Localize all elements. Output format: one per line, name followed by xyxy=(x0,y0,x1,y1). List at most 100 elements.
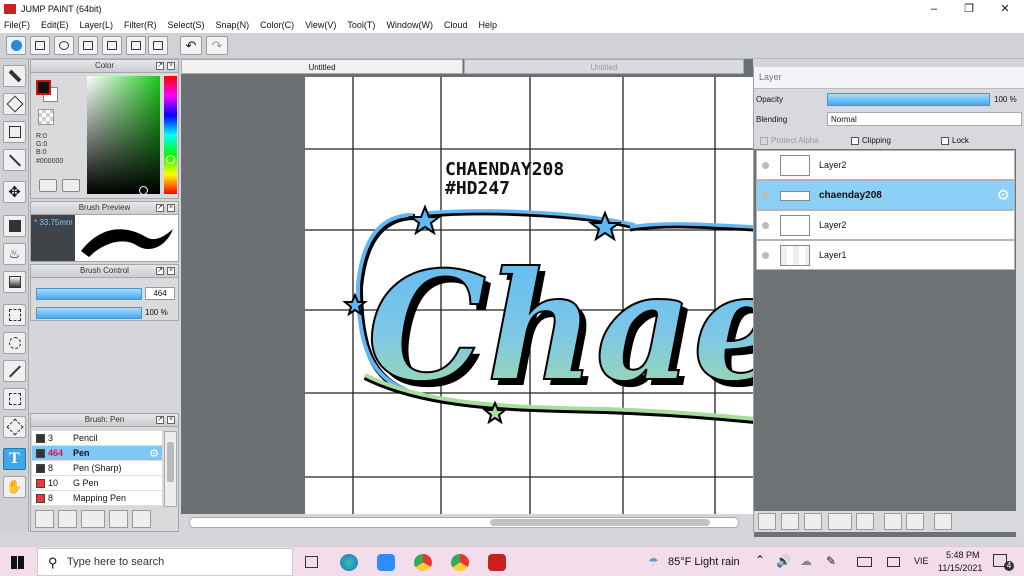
clock-time[interactable]: 5:48 PM xyxy=(946,550,980,560)
brush-item-mapping-pen[interactable]: 8 Mapping Pen xyxy=(32,491,162,506)
menu-window[interactable]: Window(W) xyxy=(386,20,433,30)
new-brush-button[interactable] xyxy=(58,510,77,528)
gradient-tool[interactable] xyxy=(3,271,26,293)
brush-item-pen[interactable]: 464 Pen ⚙ xyxy=(32,446,162,461)
saturation-value-picker[interactable] xyxy=(87,76,160,194)
layer-opacity-slider[interactable] xyxy=(827,93,990,106)
gear-icon[interactable]: ⚙ xyxy=(149,447,159,460)
menu-edit[interactable]: Edit(E) xyxy=(41,20,69,30)
palette-edit-button[interactable] xyxy=(62,179,80,192)
panel-float-icon[interactable]: ↗ xyxy=(156,204,164,212)
grid-button[interactable] xyxy=(148,36,168,55)
visibility-icon[interactable] xyxy=(762,252,769,259)
menu-view[interactable]: View(V) xyxy=(305,20,336,30)
restore-button[interactable]: ❐ xyxy=(952,0,986,17)
panel-close-icon[interactable]: × xyxy=(167,204,175,212)
chat-button[interactable] xyxy=(78,36,98,55)
clock-date[interactable]: 11/15/2021 xyxy=(938,563,982,573)
redo-button[interactable]: ↷ xyxy=(206,36,228,55)
minimize-button[interactable]: – xyxy=(917,0,951,17)
transparent-swatch[interactable] xyxy=(38,109,54,125)
menu-select[interactable]: Select(S) xyxy=(168,20,205,30)
speaker-icon[interactable]: 🔊 xyxy=(776,554,791,568)
tab-untitled-active[interactable]: Untitled xyxy=(181,59,463,74)
palette-button[interactable] xyxy=(39,179,57,192)
pen-icon[interactable]: ✎ xyxy=(826,554,836,568)
brush-tool[interactable] xyxy=(3,65,26,87)
lasso-tool[interactable] xyxy=(3,332,26,354)
menu-layer[interactable]: Layer(L) xyxy=(80,20,114,30)
select-pen-tool[interactable] xyxy=(3,388,26,410)
add-layer-menu-button[interactable] xyxy=(828,513,852,530)
windows-start-icon[interactable] xyxy=(11,556,24,569)
panel-float-icon[interactable]: ↗ xyxy=(156,62,164,70)
duplicate-layer-button[interactable] xyxy=(804,513,822,530)
chrome-icon[interactable] xyxy=(414,554,432,571)
language-indicator[interactable]: VIE xyxy=(914,556,929,566)
menu-color[interactable]: Color(C) xyxy=(260,20,294,30)
eraser-tool[interactable] xyxy=(3,93,26,115)
layer-row[interactable]: Layer2 xyxy=(756,210,1015,240)
menu-filter[interactable]: Filter(R) xyxy=(124,20,157,30)
hand-tool[interactable]: ✋ xyxy=(3,476,26,498)
tray-chevron-icon[interactable]: ⌃ xyxy=(755,553,765,567)
keyboard-icon[interactable] xyxy=(857,557,872,567)
menu-tool[interactable]: Tool(T) xyxy=(347,20,375,30)
fill-rect-tool[interactable] xyxy=(3,215,26,237)
brush-size-input[interactable]: 464 xyxy=(145,287,175,300)
scrollbar-thumb[interactable] xyxy=(490,519,710,526)
brush-opacity-slider[interactable] xyxy=(36,307,142,319)
edge-browser-icon[interactable] xyxy=(340,554,358,571)
merge-layer-button[interactable] xyxy=(906,513,924,530)
new-layer-folder-button[interactable] xyxy=(781,513,799,530)
protect-alpha-checkbox[interactable]: Protect Alpha xyxy=(760,136,819,145)
tab-untitled-inactive[interactable]: Untitled xyxy=(464,59,744,74)
gear-icon[interactable]: ⚙ xyxy=(997,186,1010,204)
blending-select[interactable]: Normal xyxy=(827,112,1022,126)
brush-item-pencil[interactable]: 3 Pencil xyxy=(32,431,162,446)
horizontal-scrollbar[interactable] xyxy=(189,517,739,528)
layer-row[interactable]: Layer1 xyxy=(756,240,1015,270)
menu-file[interactable]: File(F) xyxy=(4,20,30,30)
drawing-canvas[interactable]: CHAENDAY208 #HD247 Chaenday Chaenday xyxy=(305,77,755,514)
panel-float-icon[interactable]: ↗ xyxy=(156,267,164,275)
layer-row[interactable]: Layer2 xyxy=(756,150,1015,180)
panel-close-icon[interactable]: × xyxy=(167,267,175,275)
layer-list-scrollbar[interactable] xyxy=(1016,149,1024,537)
lock-checkbox[interactable]: Lock xyxy=(941,136,969,145)
brush-item-pen-sharp[interactable]: 8 Pen (Sharp) xyxy=(32,461,162,476)
brush-menu-button[interactable] xyxy=(81,510,105,528)
taskbar-search[interactable]: ⚲ Type here to search xyxy=(37,548,293,576)
copy-layer-button[interactable] xyxy=(884,513,902,530)
jump-paint-icon[interactable] xyxy=(488,554,506,571)
close-button[interactable]: ✕ xyxy=(988,0,1022,17)
display-icon[interactable] xyxy=(887,557,900,567)
add-brush-button[interactable] xyxy=(35,510,54,528)
move-tool[interactable]: ✥ xyxy=(3,181,26,203)
line-tool[interactable] xyxy=(3,149,26,171)
rectangle-select-tool[interactable] xyxy=(3,121,26,143)
panel-close-icon[interactable]: × xyxy=(167,416,175,424)
folder-button[interactable] xyxy=(856,513,874,530)
undo-button[interactable]: ↶ xyxy=(180,36,202,55)
hue-slider[interactable] xyxy=(164,76,177,194)
text-tool[interactable]: T xyxy=(3,448,26,470)
layer-row-selected[interactable]: chaenday208 ⚙ xyxy=(756,180,1015,210)
check-tool-button[interactable] xyxy=(6,36,26,55)
panel-float-icon[interactable]: ↗ xyxy=(156,416,164,424)
clipping-checkbox[interactable]: Clipping xyxy=(851,136,891,145)
delete-layer-button[interactable] xyxy=(934,513,952,530)
magic-wand-tool[interactable] xyxy=(3,360,26,382)
task-view-icon[interactable] xyxy=(305,556,318,568)
visibility-icon[interactable] xyxy=(762,222,769,229)
weather-text[interactable]: 85°F Light rain xyxy=(668,556,740,568)
select-tool[interactable] xyxy=(3,304,26,326)
visibility-icon[interactable] xyxy=(762,162,769,169)
comment-button[interactable] xyxy=(54,36,74,55)
visibility-icon[interactable] xyxy=(762,192,769,199)
bucket-tool[interactable]: ♨ xyxy=(3,243,26,265)
brush-size-slider[interactable] xyxy=(36,288,142,300)
cloud-icon[interactable]: ☁ xyxy=(800,554,812,568)
menu-snap[interactable]: Snap(N) xyxy=(216,20,250,30)
foreground-color-swatch[interactable] xyxy=(36,80,51,95)
